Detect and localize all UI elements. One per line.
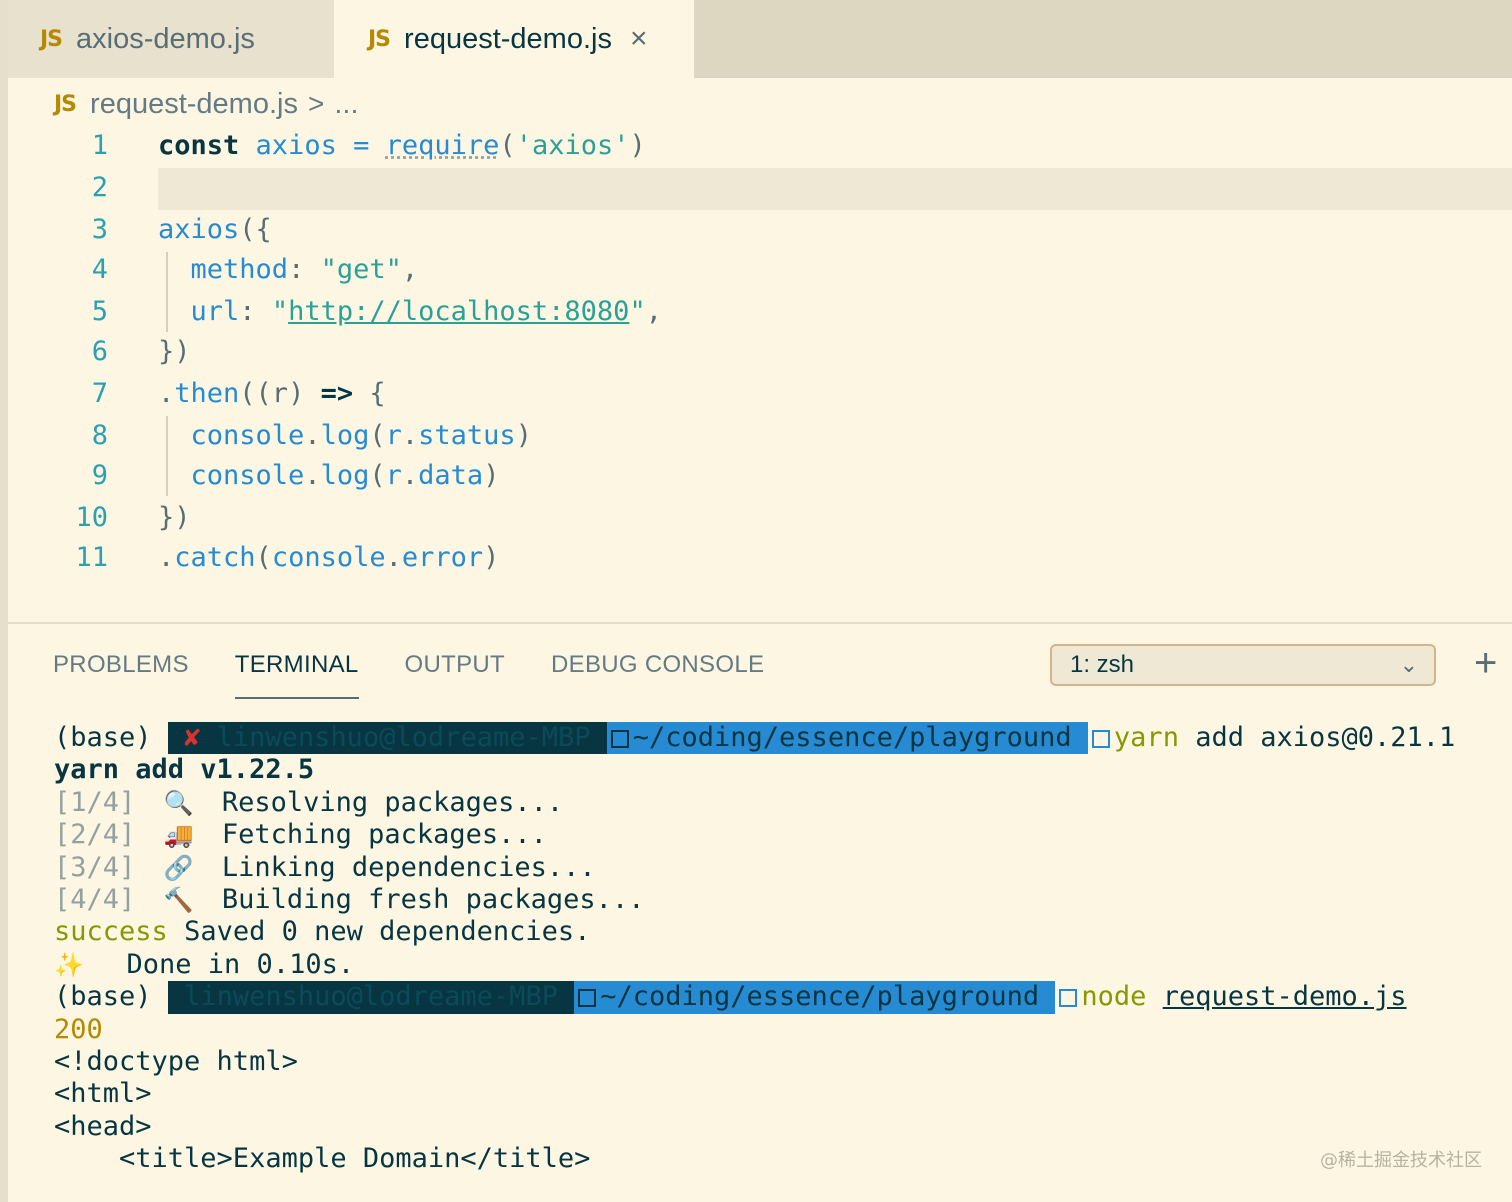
- line-number: 6: [91, 336, 108, 367]
- line-number: 3: [91, 214, 108, 245]
- line-number: 8: [91, 420, 108, 451]
- tab-debug-console[interactable]: DEBUG CONSOLE: [551, 645, 764, 689]
- tab-axios-demo[interactable]: JS axios-demo.js: [8, 0, 334, 78]
- line-number: 7: [91, 378, 108, 409]
- separator-box-icon: [1091, 729, 1110, 748]
- current-line-highlight: [158, 168, 1512, 210]
- terminal-line: <title>Example Domain</title>: [54, 1143, 591, 1175]
- panel-divider[interactable]: [8, 622, 1512, 624]
- chevron-right-icon: >: [307, 88, 325, 119]
- breadcrumb: JS request-demo.js > ...: [54, 84, 359, 124]
- tab-bar: JS axios-demo.js JS request-demo.js ×: [0, 0, 1512, 1202]
- prompt-base: (base): [54, 981, 152, 1013]
- prompt-path-segment: ~/coding/essence/playground: [606, 722, 1088, 755]
- sparkles-icon: ✨: [54, 950, 84, 979]
- code-line: 10 }): [8, 498, 1512, 538]
- code-line: 9 console.log(r.data): [8, 456, 1512, 496]
- panel-tabs: PROBLEMS TERMINAL OUTPUT DEBUG CONSOLE: [53, 645, 810, 699]
- line-number: 4: [91, 254, 108, 285]
- terminal-line: ✨ Done in 0.10s.: [54, 948, 355, 980]
- code-text: url: "http://localhost:8080",: [190, 296, 662, 327]
- terminal-line: [2/4] 🚚 Fetching packages...: [54, 819, 547, 851]
- terminal-line: <html>: [54, 1078, 152, 1110]
- close-icon[interactable]: ×: [630, 22, 648, 56]
- code-line-current: 2: [8, 168, 1512, 210]
- terminal-line: [3/4] 🔗 Linking dependencies...: [54, 851, 596, 883]
- prompt-path-segment: ~/coding/essence/playground: [574, 981, 1056, 1014]
- line-number: 1: [91, 130, 108, 161]
- hammer-icon: 🔨: [163, 885, 194, 914]
- code-text: }): [158, 336, 191, 367]
- js-file-icon: JS: [40, 26, 63, 52]
- code-line: 7 .then((r) => {: [8, 374, 1512, 414]
- code-text: }): [158, 502, 191, 533]
- code-text: .then((r) => {: [158, 378, 386, 409]
- error-x-icon: ✘: [184, 722, 201, 753]
- prompt-base: (base): [54, 722, 152, 753]
- line-number: 9: [91, 460, 108, 491]
- terminal-line: (base) ✘ linwenshuo@lodreame-MBP ~/codin…: [54, 722, 1504, 755]
- line-number: 5: [91, 296, 108, 327]
- command-name: node: [1081, 981, 1147, 1013]
- code-line: 1 const axios = require('axios'): [8, 126, 1512, 166]
- code-text: axios({: [158, 214, 272, 245]
- tab-request-demo[interactable]: JS request-demo.js ×: [334, 0, 694, 78]
- tab-terminal[interactable]: TERMINAL: [234, 645, 359, 699]
- code-line: 3 axios({: [8, 210, 1512, 250]
- terminal-line: [4/4] 🔨 Building fresh packages...: [54, 883, 645, 915]
- code-text: const axios = require('axios'): [158, 130, 646, 161]
- terminal-line: success Saved 0 new dependencies.: [54, 916, 591, 948]
- command-name: yarn: [1113, 722, 1179, 753]
- code-line: 4 method: "get",: [8, 250, 1512, 290]
- code-text: .catch(console.error): [158, 542, 500, 573]
- tab-problems[interactable]: PROBLEMS: [53, 645, 189, 689]
- prompt-user-segment: linwenshuo@lodreame-MBP: [167, 981, 575, 1014]
- link-icon: 🔗: [163, 853, 194, 882]
- command-args: request-demo.js: [1162, 981, 1407, 1013]
- terminal-line: (base) linwenshuo@lodreame-MBP ~/coding/…: [54, 981, 1504, 1014]
- add-terminal-button[interactable]: +: [1474, 642, 1497, 684]
- separator-box-icon: [610, 729, 629, 748]
- code-line: 5 url: "http://localhost:8080",: [8, 292, 1512, 332]
- line-number: 11: [75, 542, 108, 573]
- terminal-line: <!doctype html>: [54, 1045, 298, 1077]
- truck-icon: 🚚: [163, 821, 194, 850]
- code-line: 8 console.log(r.status): [8, 416, 1512, 456]
- separator-box-icon: [578, 988, 597, 1007]
- terminal-select[interactable]: 1: zsh ⌄: [1050, 644, 1436, 686]
- separator-box-icon: [1059, 988, 1078, 1007]
- prompt-user-segment: ✘ linwenshuo@lodreame-MBP: [167, 722, 607, 755]
- tab-label: request-demo.js: [404, 22, 612, 55]
- code-text: console.log(r.data): [190, 460, 500, 491]
- breadcrumb-more[interactable]: ...: [334, 88, 358, 121]
- terminal-line: 200: [54, 1013, 103, 1045]
- magnifier-icon: 🔍: [163, 788, 194, 817]
- window-edge: [0, 0, 8, 1202]
- terminal-line: [1/4] 🔍 Resolving packages...: [54, 786, 564, 818]
- terminal-line: yarn add v1.22.5: [54, 754, 315, 786]
- command-args: add axios@0.21.1: [1195, 722, 1456, 753]
- line-number: 10: [75, 502, 108, 533]
- line-number: 2: [91, 172, 108, 203]
- js-file-icon: JS: [368, 26, 391, 52]
- code-text: console.log(r.status): [190, 420, 532, 451]
- terminal-line: <head>: [54, 1110, 152, 1142]
- code-line: 11 .catch(console.error): [8, 538, 1512, 578]
- terminal-select-value: 1: zsh: [1070, 651, 1135, 678]
- breadcrumb-file[interactable]: request-demo.js: [90, 88, 298, 121]
- tab-output[interactable]: OUTPUT: [405, 645, 505, 689]
- js-file-icon: JS: [54, 91, 77, 117]
- code-text: method: "get",: [190, 254, 419, 285]
- tab-label: axios-demo.js: [76, 22, 255, 55]
- code-line: 6 }): [8, 332, 1512, 372]
- code-editor[interactable]: 1 const axios = require('axios') 2 3 axi…: [8, 126, 1512, 596]
- terminal-output[interactable]: (base) ✘ linwenshuo@lodreame-MBP ~/codin…: [54, 722, 1504, 1175]
- watermark: @稀土掘金技术社区: [1320, 1150, 1482, 1171]
- chevron-down-icon: ⌄: [1399, 652, 1418, 677]
